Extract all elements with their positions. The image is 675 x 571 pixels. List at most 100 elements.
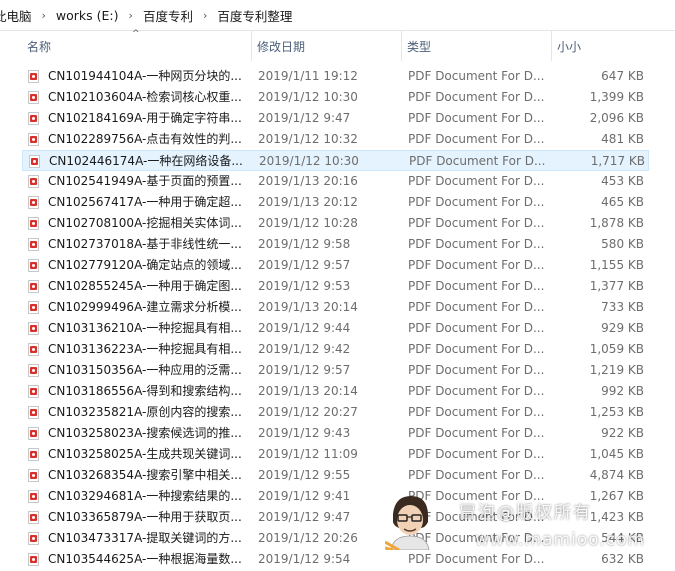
file-type: PDF Document For D... <box>408 132 544 146</box>
pdf-file-icon <box>28 238 39 251</box>
file-date: 2019/1/12 20:26 <box>258 531 358 545</box>
file-row[interactable]: CN103136210A-一种挖掘具有相... 2019/1/12 9:44 PDF… <box>22 318 649 339</box>
chevron-right-icon[interactable]: › <box>203 9 207 22</box>
breadcrumb-drive[interactable]: works (E:) <box>56 8 119 23</box>
file-size: 1,059 KB <box>589 342 644 356</box>
file-name: CN103268354A-搜索引擎中相关... <box>48 468 242 482</box>
file-type: PDF Document For D... <box>408 216 544 230</box>
file-row[interactable]: CN102737018A-基于非线性统一... 2019/1/12 9:58 PDF… <box>22 234 649 255</box>
pdf-file-icon <box>28 91 39 104</box>
file-type: PDF Document For D... <box>408 174 544 188</box>
file-type: PDF Document For D... <box>408 489 544 503</box>
file-type: PDF Document For D... <box>408 300 544 314</box>
file-size: 1,267 KB <box>589 489 644 503</box>
file-name: CN103258023A-搜索候选词的推... <box>48 426 242 440</box>
file-name: CN102855245A-一种用于确定图... <box>48 279 242 293</box>
file-type: PDF Document For D... <box>408 405 544 419</box>
pdf-file-icon <box>28 280 39 293</box>
file-date: 2019/1/13 20:14 <box>258 300 358 314</box>
file-date: 2019/1/12 9:44 <box>258 321 351 335</box>
file-row[interactable]: CN103235821A-原创内容的搜索... 2019/1/12 20:27 PD… <box>22 402 649 423</box>
file-row[interactable]: CN103186556A-得到和搜索结构... 2019/1/13 20:14 PD… <box>22 381 649 402</box>
file-row[interactable]: CN103150356A-一种应用的泛需... 2019/1/12 9:57 PDF… <box>22 360 649 381</box>
file-row[interactable]: CN103258023A-搜索候选词的推... 2019/1/12 9:43 PDF… <box>22 423 649 444</box>
file-row[interactable]: CN103544625A-一种根据海量数... 2019/1/12 9:54 PDF… <box>22 549 649 570</box>
pdf-file-icon <box>28 511 39 524</box>
chevron-right-icon[interactable]: › <box>42 9 46 22</box>
breadcrumb-folder[interactable]: 百度专利 <box>143 6 193 25</box>
file-row[interactable]: CN102289756A-点击有效性的判... 2019/1/12 10:32 PD… <box>22 129 649 150</box>
file-name: CN102541949A-基于页面的预置... <box>48 174 242 188</box>
file-type: PDF Document For D... <box>408 384 544 398</box>
pdf-file-icon <box>28 217 39 230</box>
file-date: 2019/1/13 20:12 <box>258 195 358 209</box>
file-name: CN103235821A-原创内容的搜索... <box>48 405 242 419</box>
file-name: CN103136210A-一种挖掘具有相... <box>48 321 242 335</box>
file-name: CN103186556A-得到和搜索结构... <box>48 384 242 398</box>
file-type: PDF Document For D... <box>408 468 544 482</box>
file-row[interactable]: CN103268354A-搜索引擎中相关... 2019/1/12 9:55 PDF… <box>22 465 649 486</box>
file-size: 2,096 KB <box>589 111 644 125</box>
file-name: CN103294681A-一种搜索结果的... <box>48 489 242 503</box>
breadcrumb-current-folder[interactable]: 百度专利整理 <box>217 6 292 25</box>
file-size: 544 KB <box>601 531 644 545</box>
pdf-file-icon <box>28 553 39 566</box>
file-row[interactable]: CN102567417A-一种用于确定超... 2019/1/13 20:12 PD… <box>22 192 649 213</box>
file-date: 2019/1/12 9:53 <box>258 279 351 293</box>
file-row[interactable]: CN101944104A-一种网页分块的... 2019/1/11 19:12 PD… <box>22 66 649 87</box>
column-header-date[interactable]: 修改日期 <box>252 31 402 61</box>
file-row[interactable]: CN102779120A-确定站点的领域... 2019/1/12 9:57 PDF… <box>22 255 649 276</box>
breadcrumb: 此电脑 › works (E:) › 百度专利 › 百度专利整理 <box>0 0 675 31</box>
file-row[interactable]: CN102184169A-用于确定字符串... 2019/1/12 9:47 PDF… <box>22 108 649 129</box>
pdf-file-icon <box>28 490 39 503</box>
file-size: 1,399 KB <box>589 90 644 104</box>
file-date: 2019/1/12 10:30 <box>259 154 359 168</box>
file-row[interactable]: CN102541949A-基于页面的预置... 2019/1/13 20:16 PD… <box>22 171 649 192</box>
pdf-file-icon <box>28 406 39 419</box>
file-size: 1,155 KB <box>589 258 644 272</box>
file-size: 992 KB <box>601 384 644 398</box>
file-date: 2019/1/12 9:57 <box>258 258 351 272</box>
file-date: 2019/1/12 10:32 <box>258 132 358 146</box>
pdf-file-icon <box>28 259 39 272</box>
file-date: 2019/1/12 11:09 <box>258 447 358 461</box>
file-size: 1,219 KB <box>589 363 644 377</box>
chevron-right-icon[interactable]: › <box>129 9 133 22</box>
file-type: PDF Document For D... <box>408 363 544 377</box>
file-date: 2019/1/13 20:14 <box>258 384 358 398</box>
file-name: CN102289756A-点击有效性的判... <box>48 132 242 146</box>
pdf-file-icon <box>28 301 39 314</box>
column-header-size[interactable]: 小小 <box>552 31 652 61</box>
file-row[interactable]: CN103473317A-提取关键词的方... 2019/1/12 20:26 PD… <box>22 528 649 549</box>
file-row[interactable]: CN102708100A-挖掘相关实体词... 2019/1/12 10:28 PD… <box>22 213 649 234</box>
file-type: PDF Document For D... <box>408 90 544 104</box>
file-name: CN102184169A-用于确定字符串... <box>48 111 242 125</box>
file-date: 2019/1/12 9:43 <box>258 426 351 440</box>
column-header-type[interactable]: 类型 <box>402 31 552 61</box>
pdf-file-icon <box>28 532 39 545</box>
file-size: 465 KB <box>601 195 644 209</box>
file-name: CN103473317A-提取关键词的方... <box>48 531 242 545</box>
file-type: PDF Document For D... <box>408 426 544 440</box>
file-name: CN101944104A-一种网页分块的... <box>48 69 242 83</box>
file-row[interactable]: CN102855245A-一种用于确定图... 2019/1/12 9:53 PDF… <box>22 276 649 297</box>
breadcrumb-this-pc[interactable]: 此电脑 <box>0 6 32 25</box>
file-row[interactable]: CN103258025A-生成共现关键词... 2019/1/12 11:09 PD… <box>22 444 649 465</box>
file-size: 1,717 KB <box>590 154 645 168</box>
file-row[interactable]: CN102999496A-建立需求分析模... 2019/1/13 20:14 PD… <box>22 297 649 318</box>
file-name: CN102708100A-挖掘相关实体词... <box>48 216 242 230</box>
pdf-file-icon <box>28 343 39 356</box>
file-type: PDF Document For D... <box>408 321 544 335</box>
file-row[interactable]: CN102446174A-一种在网络设备... 2019/1/12 10:30 PD… <box>22 150 649 171</box>
file-type: PDF Document For D... <box>408 195 544 209</box>
file-row[interactable]: CN103294681A-一种搜索结果的... 2019/1/12 9:41 PDF… <box>22 486 649 507</box>
file-row[interactable]: CN102103604A-检索词核心权重... 2019/1/12 10:30 PD… <box>22 87 649 108</box>
pdf-file-icon <box>28 385 39 398</box>
file-date: 2019/1/12 9:47 <box>258 510 351 524</box>
file-name: CN103544625A-一种根据海量数... <box>48 552 242 566</box>
file-size: 733 KB <box>601 300 644 314</box>
pdf-file-icon <box>28 322 39 335</box>
file-row[interactable]: CN103136223A-一种挖掘具有相... 2019/1/12 9:42 PDF… <box>22 339 649 360</box>
pdf-file-icon <box>28 364 39 377</box>
file-row[interactable]: CN103365879A-一种用于获取页... 2019/1/12 9:47 PDF… <box>22 507 649 528</box>
